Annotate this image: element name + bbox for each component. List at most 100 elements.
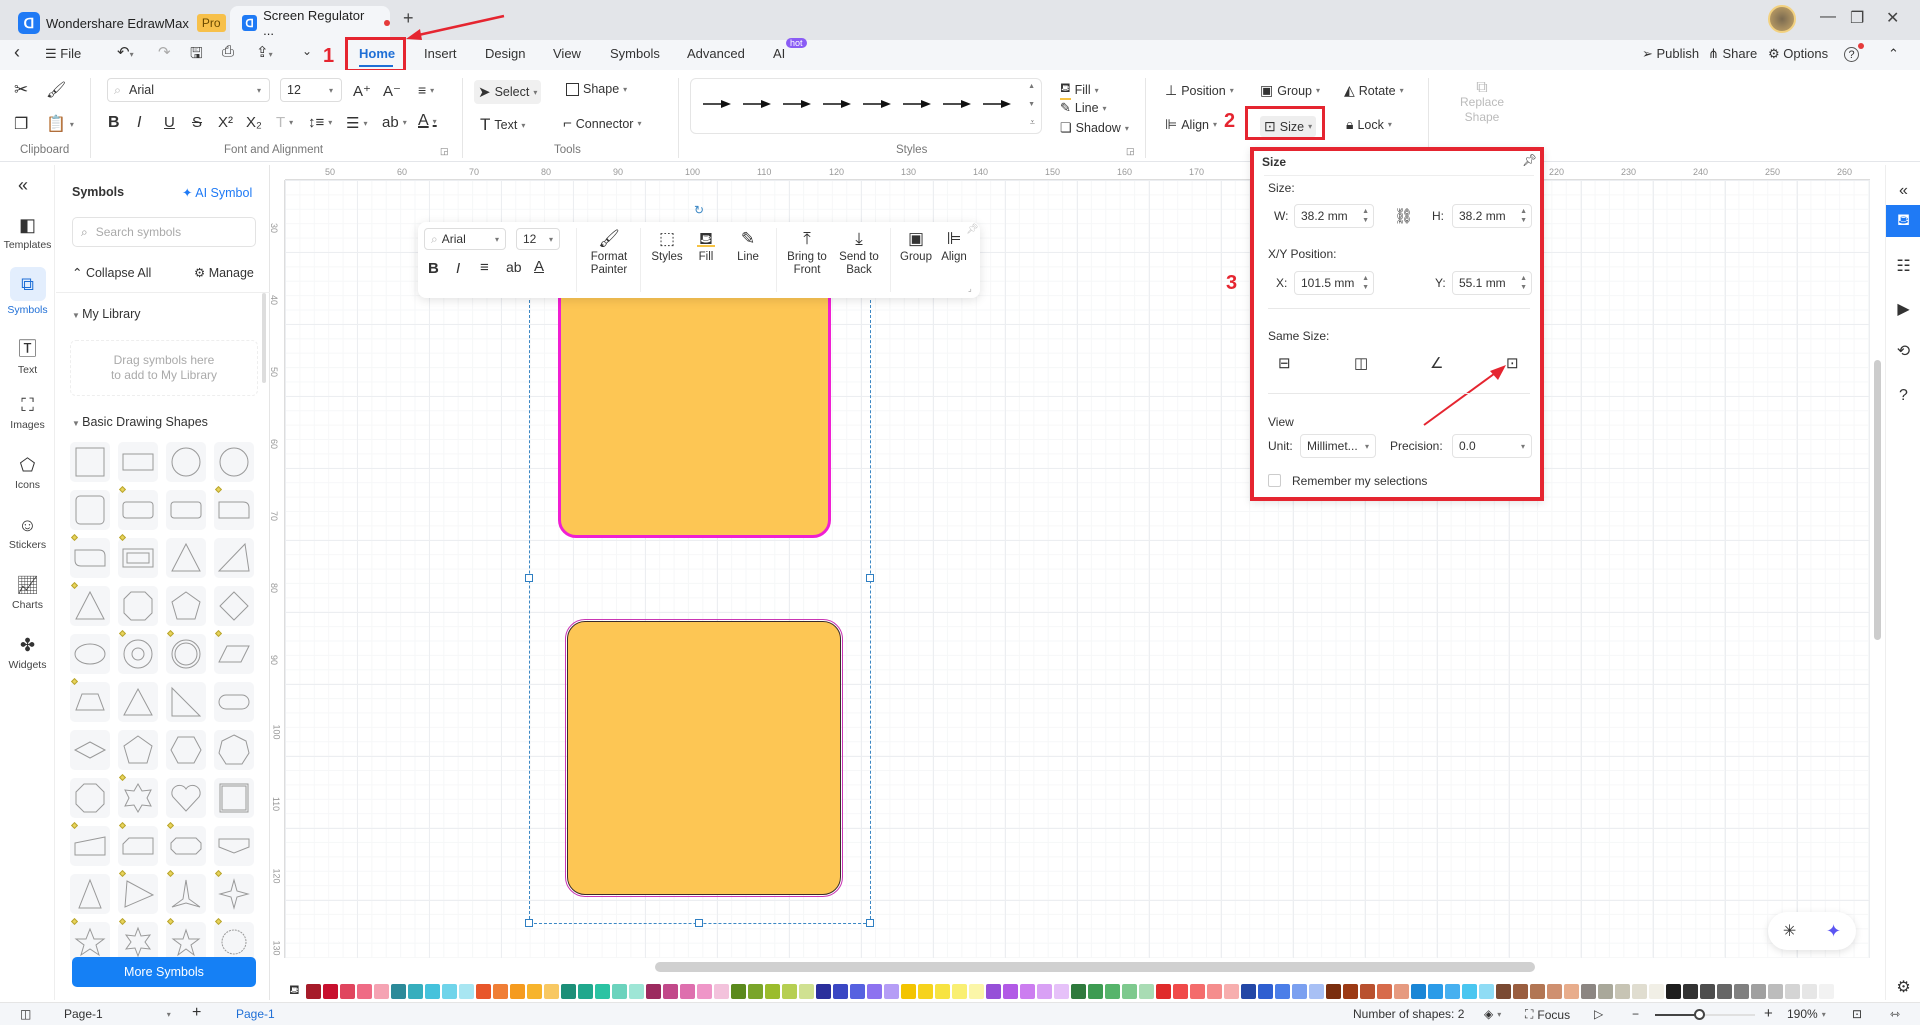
copy-icon[interactable]: ❐ xyxy=(14,114,28,134)
fill-button[interactable]: ⛾ Fill xyxy=(688,230,724,264)
color-swatch[interactable] xyxy=(883,983,899,999)
superscript-icon[interactable]: X² xyxy=(218,114,233,131)
my-library-dropzone[interactable]: Drag symbols here to add to My Library xyxy=(70,340,258,396)
color-swatch[interactable] xyxy=(611,983,627,999)
color-swatch[interactable] xyxy=(1784,983,1800,999)
shape-thumbnail[interactable] xyxy=(70,821,110,866)
help-icon[interactable]: ? xyxy=(1844,47,1859,62)
arrow-style-item[interactable] xyxy=(863,99,891,109)
shape-thumbnail[interactable] xyxy=(118,682,158,722)
color-swatch[interactable] xyxy=(509,983,525,999)
italic-icon[interactable]: I xyxy=(137,114,141,132)
gallery-down-icon[interactable]: ▼ xyxy=(1028,101,1035,108)
add-page-button[interactable]: + xyxy=(192,1004,201,1022)
focus-button[interactable]: ⛶ Focus xyxy=(1525,1007,1570,1022)
color-swatch[interactable] xyxy=(1631,983,1647,999)
page-selector[interactable]: Page-1 ▾ xyxy=(64,1007,171,1021)
history-icon[interactable]: ⟲ xyxy=(1886,335,1920,367)
position-button[interactable]: ⊥ Position ▾ xyxy=(1165,82,1234,99)
layers-icon[interactable]: ◈ ▾ xyxy=(1484,1007,1501,1021)
shape-thumbnail[interactable] xyxy=(166,586,206,626)
shape-thumbnail[interactable] xyxy=(214,682,254,722)
shape-thumbnail[interactable] xyxy=(166,821,206,866)
color-swatch[interactable] xyxy=(1138,983,1154,999)
color-swatch[interactable] xyxy=(1767,983,1783,999)
my-library-header[interactable]: ▼ My Library xyxy=(72,307,140,321)
help-icon[interactable]: ? xyxy=(1886,380,1920,412)
underline-icon[interactable]: U xyxy=(164,114,175,131)
dialog-launcher-icon[interactable]: ◲ xyxy=(440,146,449,157)
pin-icon[interactable]: 📌︎ xyxy=(1522,153,1537,167)
color-swatch[interactable] xyxy=(1597,983,1613,999)
link-aspect-icon[interactable]: ⛓ xyxy=(1394,207,1413,225)
rail-stickers[interactable]: ☺ Stickers xyxy=(0,515,55,551)
bullet-list-icon[interactable]: ☰ ▾ xyxy=(346,114,367,132)
shape-thumbnail[interactable] xyxy=(214,869,254,914)
resize-handle[interactable] xyxy=(866,919,874,927)
y-position-input[interactable]: 55.1 mm ▲ ▼ xyxy=(1452,271,1532,295)
more-quick-actions-icon[interactable]: ⌄ xyxy=(302,44,312,58)
resize-handle[interactable] xyxy=(525,919,533,927)
spinner-icon[interactable]: ▲ ▼ xyxy=(1520,207,1527,225)
ai-assistant-icon[interactable]: ✦ xyxy=(1826,921,1841,942)
color-swatch[interactable] xyxy=(1172,983,1188,999)
color-swatch[interactable] xyxy=(1257,983,1273,999)
color-swatch[interactable] xyxy=(798,983,814,999)
text-tool[interactable]: T Text ▾ xyxy=(480,115,525,135)
color-swatch[interactable] xyxy=(1291,983,1307,999)
color-swatch[interactable] xyxy=(424,983,440,999)
shape-thumbnail[interactable] xyxy=(118,442,158,482)
color-swatch[interactable] xyxy=(679,983,695,999)
arrow-style-item[interactable] xyxy=(983,99,1011,109)
shape-thumbnail[interactable] xyxy=(214,586,254,626)
float-font-family-select[interactable]: ⌕ Arial ▾ xyxy=(424,228,506,250)
play-icon[interactable]: ▷ xyxy=(1594,1007,1603,1021)
collapse-panel-icon[interactable]: « xyxy=(18,175,28,196)
resize-handle[interactable] xyxy=(695,919,703,927)
color-swatch[interactable] xyxy=(968,983,984,999)
shape-thumbnail[interactable] xyxy=(214,485,254,530)
color-swatch[interactable] xyxy=(917,983,933,999)
color-swatch[interactable] xyxy=(1002,983,1018,999)
color-swatch[interactable] xyxy=(645,983,661,999)
color-swatch[interactable] xyxy=(543,983,559,999)
color-swatch[interactable] xyxy=(1155,983,1171,999)
rail-widgets[interactable]: ✤ Widgets xyxy=(0,635,55,671)
color-swatch[interactable] xyxy=(1308,983,1324,999)
back-button[interactable]: ‹ xyxy=(14,42,20,63)
collapse-ribbon-icon[interactable]: ⌃ xyxy=(1888,46,1899,62)
color-swatch[interactable] xyxy=(339,983,355,999)
shape-thumbnail[interactable] xyxy=(70,490,110,530)
color-swatch[interactable] xyxy=(1801,983,1817,999)
shape-thumbnail[interactable] xyxy=(166,442,206,482)
shape-thumbnail[interactable] xyxy=(118,629,158,674)
color-swatch[interactable] xyxy=(322,983,338,999)
strikethrough-icon[interactable]: S xyxy=(192,114,202,131)
rotate-button[interactable]: ◭ Rotate ▾ xyxy=(1344,82,1404,99)
format-painter-button[interactable]: 🖌 Format Painter xyxy=(580,230,638,277)
shape-thumbnail[interactable] xyxy=(118,917,158,962)
unit-select[interactable]: Millimet... ▾ xyxy=(1300,434,1376,458)
color-swatch[interactable] xyxy=(1019,983,1035,999)
replace-shape-button[interactable]: ⧉ Replace Shape xyxy=(1444,80,1520,125)
shape-thumbnail[interactable] xyxy=(118,586,158,626)
color-swatch[interactable] xyxy=(1750,983,1766,999)
paste-icon[interactable]: 📋 ▾ xyxy=(46,114,74,134)
shape-thumbnail[interactable] xyxy=(118,773,158,818)
x-position-input[interactable]: 101.5 mm ▲ ▼ xyxy=(1294,271,1374,295)
print-icon[interactable]: ⎙ xyxy=(222,43,234,60)
fill-picker-icon[interactable]: ⛾ xyxy=(289,982,300,1000)
manage-button[interactable]: ⚙ Manage xyxy=(194,265,254,280)
arrow-style-item[interactable] xyxy=(783,99,811,109)
align-text-icon[interactable]: ≡ xyxy=(480,259,489,276)
tab-home[interactable]: Home xyxy=(359,46,395,61)
format-painter-icon[interactable]: 🖌 xyxy=(46,80,66,100)
rounded-square-shape-1[interactable] xyxy=(558,290,831,538)
connector-tool[interactable]: ⌐ Connector ▾ xyxy=(563,115,641,132)
rail-text[interactable]: 🅃 Text xyxy=(0,335,55,376)
font-color-icon[interactable]: A ▾ xyxy=(418,112,437,130)
shadow-button[interactable]: ❏ Shadow ▾ xyxy=(1060,120,1129,136)
horizontal-scrollbar[interactable] xyxy=(655,962,1535,972)
color-swatch[interactable] xyxy=(1240,983,1256,999)
color-swatch[interactable] xyxy=(1342,983,1358,999)
